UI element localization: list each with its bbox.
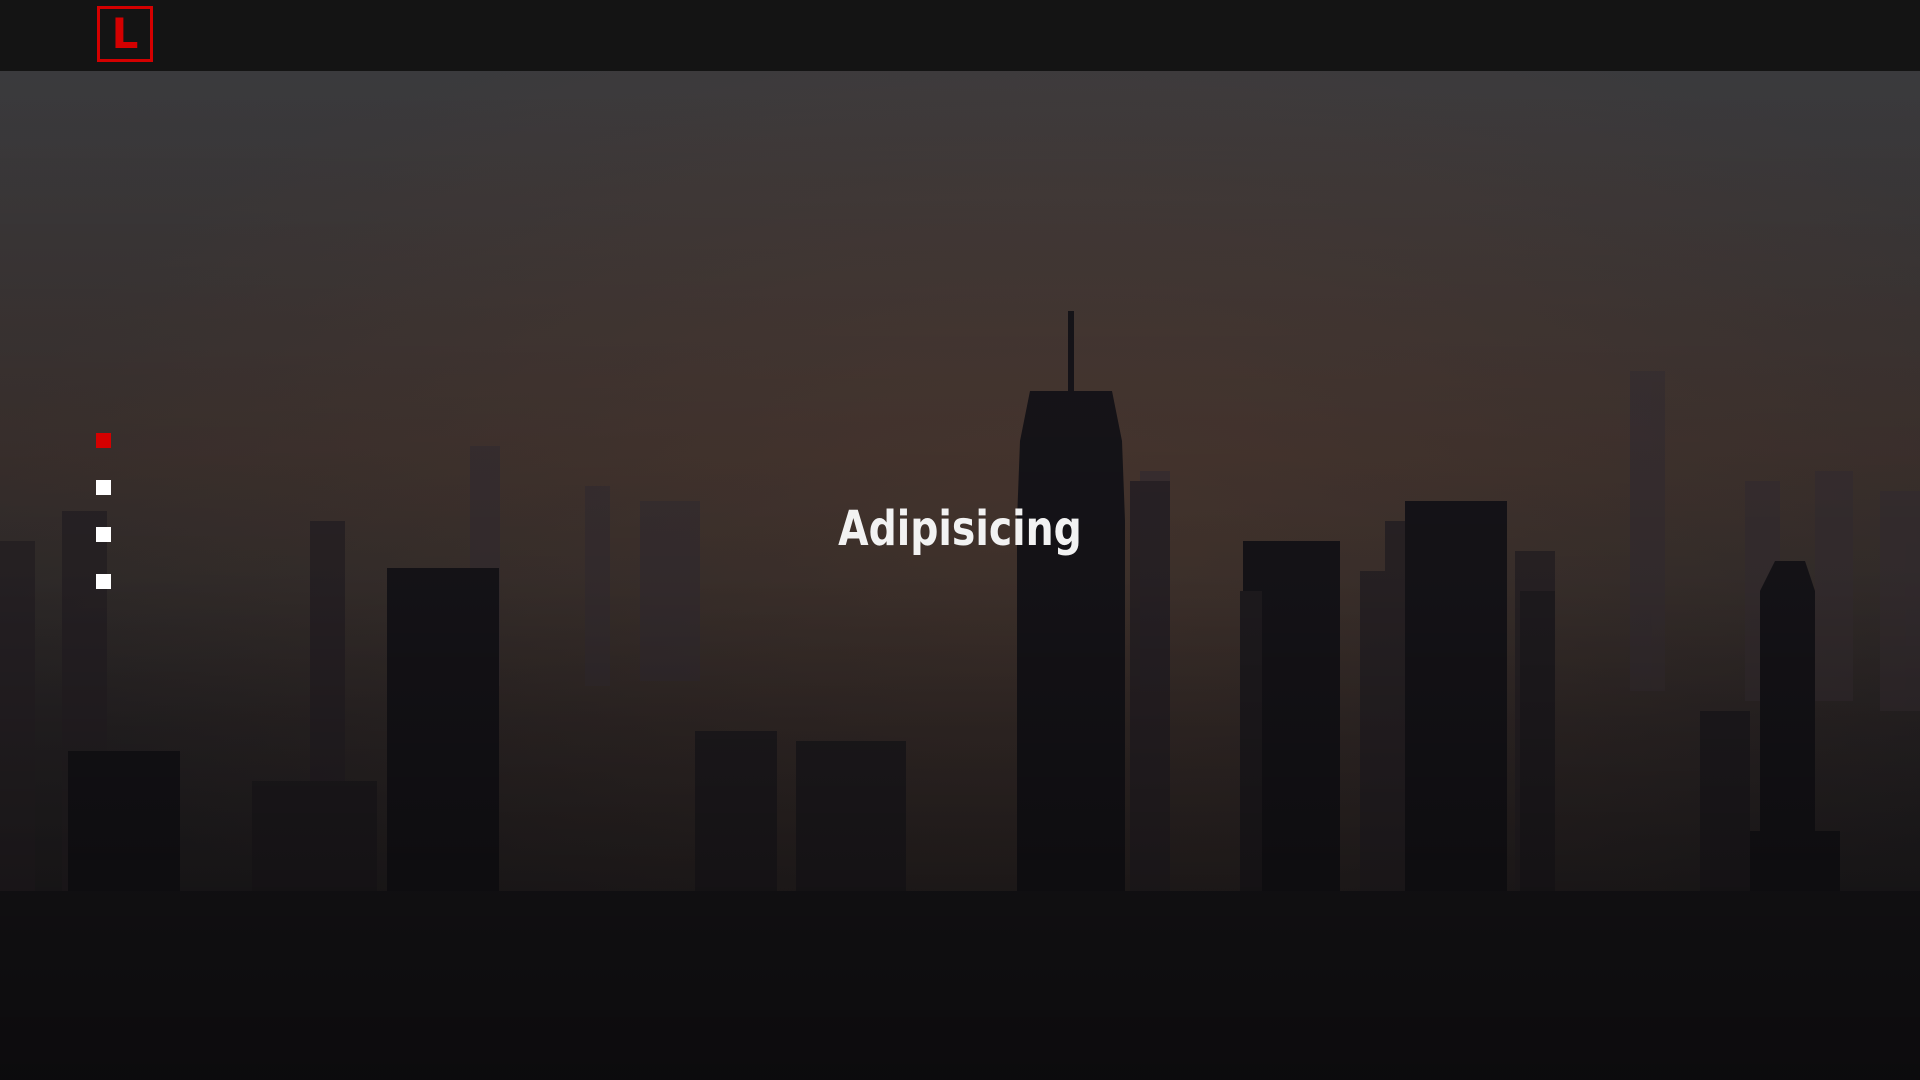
city-skyline-background — [0, 71, 1920, 1080]
hero-section: Adipisicing — [0, 71, 1920, 1080]
hero-title: Adipisicing — [838, 501, 1082, 557]
slide-dot-1[interactable] — [96, 433, 111, 448]
logo[interactable]: L — [97, 6, 153, 62]
slide-dot-4[interactable] — [96, 574, 111, 589]
slide-dot-2[interactable] — [96, 480, 111, 495]
top-navigation-bar: L — [0, 0, 1920, 71]
slide-dot-3[interactable] — [96, 527, 111, 542]
slider-pagination — [96, 433, 112, 621]
